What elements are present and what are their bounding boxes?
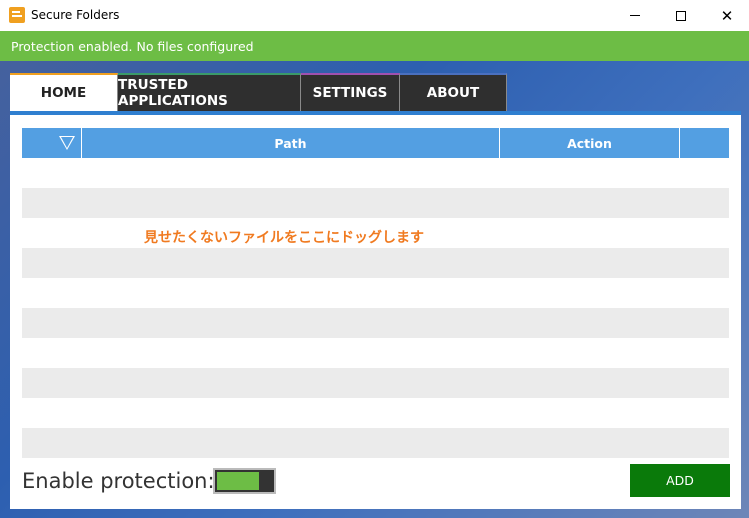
column-header-action[interactable]: Action <box>500 128 680 158</box>
title-bar: Secure Folders ✕ <box>0 0 749 31</box>
add-button[interactable]: ADD <box>630 464 730 497</box>
table-row <box>22 278 729 308</box>
column-header-extra <box>680 128 729 158</box>
close-icon: ✕ <box>720 6 734 25</box>
maximize-icon <box>676 10 686 21</box>
filter-icon[interactable] <box>58 136 75 150</box>
table-row <box>22 398 729 428</box>
column-header-filter[interactable] <box>22 128 82 158</box>
table-row <box>22 248 729 278</box>
home-panel: Path Action 見せたくないファイルをここにドッグします Enable … <box>10 111 741 509</box>
toggle-fill <box>217 472 259 490</box>
tab-bar: HOME TRUSTED APPLICATIONS SETTINGS ABOUT <box>10 73 507 111</box>
app-window: Secure Folders ✕ Protection enabled. No … <box>0 0 749 518</box>
table-row <box>22 308 729 338</box>
close-button[interactable]: ✕ <box>704 0 749 31</box>
tab-trusted-applications[interactable]: TRUSTED APPLICATIONS <box>118 73 301 111</box>
table-row <box>22 188 729 218</box>
status-text: Protection enabled. No files configured <box>11 39 254 54</box>
drop-hint-text: 見せたくないファイルをここにドッグします <box>144 230 424 246</box>
table-header: Path Action <box>22 128 729 158</box>
status-bar: Protection enabled. No files configured <box>0 31 749 61</box>
minimize-button[interactable] <box>612 0 658 31</box>
file-list[interactable] <box>22 158 729 458</box>
tab-settings[interactable]: SETTINGS <box>301 73 400 111</box>
table-row <box>22 368 729 398</box>
tab-about[interactable]: ABOUT <box>400 73 507 111</box>
enable-protection-label: Enable protection: <box>22 469 215 493</box>
tab-home[interactable]: HOME <box>10 73 118 111</box>
app-logo-icon <box>9 7 25 23</box>
window-title: Secure Folders <box>31 8 120 22</box>
column-header-path[interactable]: Path <box>82 128 500 158</box>
maximize-button[interactable] <box>658 0 704 31</box>
table-row <box>22 338 729 368</box>
table-row <box>22 428 729 458</box>
minimize-icon <box>630 15 640 16</box>
protection-toggle[interactable] <box>213 468 276 494</box>
table-row <box>22 158 729 188</box>
